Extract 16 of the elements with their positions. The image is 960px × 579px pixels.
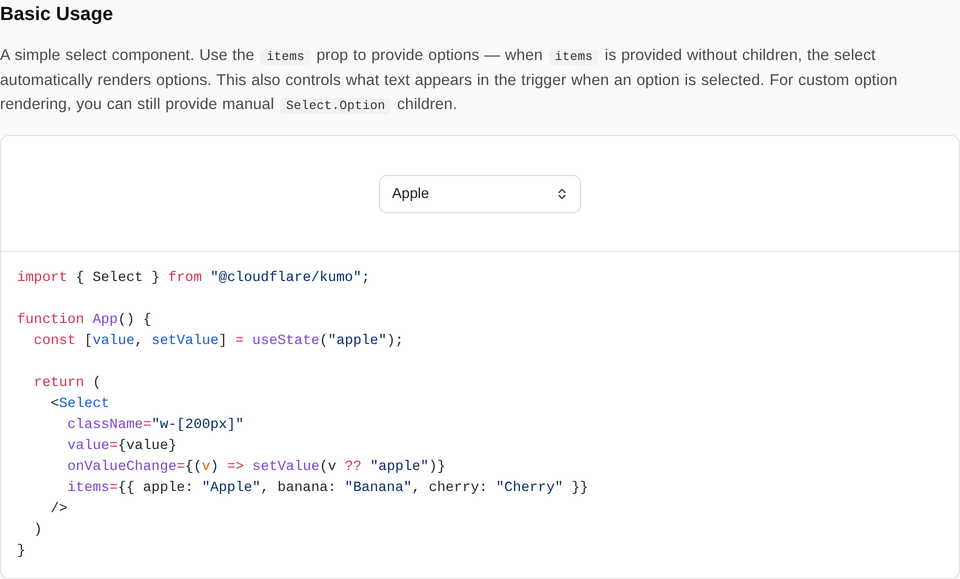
code-line: items={{ apple: "Apple", banana: "Banana", cherry: "Cherry" }} <box>66 479 588 498</box>
code-line: ) <box>32 521 42 540</box>
code-line: } <box>17 542 26 561</box>
chevron-up-down-icon <box>558 188 566 200</box>
code-line: /> <box>50 500 68 519</box>
description-paragraph: A simple select component. Use the items prop to provide options — when items is provided without children, the select automatically renders options. This also controls what text appears in the trigger when an option is selected. For custom option rendering, you can still provide manual Select.Option children. <box>0 46 898 116</box>
code-line: <Select <box>50 395 110 414</box>
code-line: return ( <box>32 374 102 393</box>
code-line: onValueChange={(v) => setValue(v ?? "apple")} <box>66 458 446 477</box>
code-line: import { Select } from "@cloudflare/kumo"; <box>17 269 370 288</box>
code-line: className="w-[200px]" <box>66 416 244 435</box>
code-line: const [value, setValue] = useState("apple"); <box>32 332 404 351</box>
section-title: Basic Usage <box>0 3 114 27</box>
code-line: function App() { <box>17 311 152 330</box>
select-field[interactable]: Apple <box>379 174 581 212</box>
code-line: value={value} <box>66 437 177 456</box>
